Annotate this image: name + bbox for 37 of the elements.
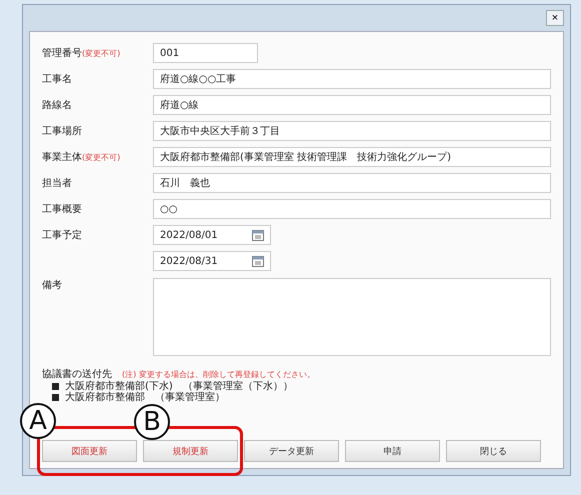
input-field[interactable]: 大阪市中央区大手前３丁目 (153, 121, 551, 141)
action-button[interactable]: 規制更新 (143, 440, 238, 462)
remarks-field[interactable] (153, 278, 551, 356)
field-label: 工事名 (42, 72, 72, 86)
input-field[interactable]: 府道○線 (153, 95, 551, 115)
action-button[interactable]: 閉じる (446, 440, 541, 462)
close-button[interactable]: × (546, 10, 564, 26)
field-note: (変更不可) (82, 48, 120, 58)
recipient-item: 大阪府都市整備部(下水) （事業管理室（下水）） (65, 381, 293, 392)
bullet-icon (52, 383, 59, 390)
calendar-icon[interactable] (252, 230, 264, 240)
recipients-note: (注) 変更する場合は、削除して再登録してください。 (122, 368, 315, 380)
action-button[interactable]: 図面更新 (42, 440, 137, 462)
field-note: (変更不可) (82, 152, 120, 162)
bullet-icon (52, 394, 59, 401)
action-button[interactable]: データ更新 (244, 440, 339, 462)
field-label: 管理番号 (42, 46, 82, 60)
calendar-icon[interactable] (252, 256, 264, 266)
field-label: 備考 (42, 278, 62, 292)
recipients-label: 協議書の送付先 (42, 368, 112, 380)
input-field[interactable]: 石川 義也 (153, 173, 551, 193)
field-label: 担当者 (42, 176, 72, 190)
callout-badge: B (134, 404, 170, 440)
input-field[interactable]: 大阪府都市整備部(事業管理室 技術管理課 技術力強化グループ) (153, 147, 551, 167)
date-field[interactable]: 2022/08/01 (153, 225, 271, 245)
input-field[interactable]: 001 (153, 43, 258, 63)
field-label: 工事概要 (42, 202, 82, 216)
action-button[interactable]: 申請 (345, 440, 440, 462)
field-label: 工事予定 (42, 228, 82, 242)
recipient-item: 大阪府都市整備部 （事業管理室） (65, 392, 225, 403)
input-field[interactable]: ○○ (153, 199, 551, 219)
input-field[interactable]: 府道○線○○工事 (153, 69, 551, 89)
field-label: 路線名 (42, 99, 72, 112)
field-label: 事業主体 (42, 150, 82, 164)
callout-badge: A (20, 403, 56, 439)
date-field[interactable]: 2022/08/31 (153, 251, 271, 271)
field-label: 工事場所 (42, 124, 82, 138)
